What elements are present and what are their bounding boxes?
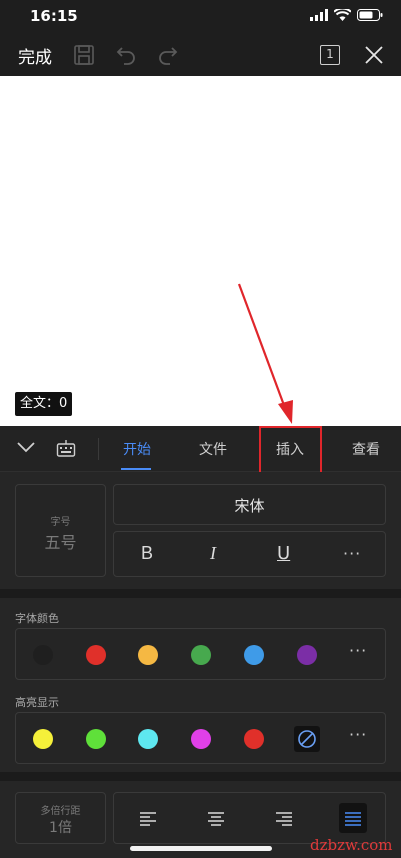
font-style-more-button[interactable]: ···	[343, 544, 361, 563]
annotation-box	[259, 426, 322, 476]
color-swatch-green[interactable]	[191, 645, 211, 665]
font-size-selector[interactable]: 字号 五号	[15, 484, 106, 577]
font-name: 宋体	[234, 497, 265, 515]
highlight-swatch-yellow[interactable]	[33, 729, 53, 749]
color-swatch-red[interactable]	[86, 645, 106, 665]
tab-view[interactable]: 查看	[352, 439, 380, 459]
font-color-label: 字体颜色	[15, 612, 59, 625]
battery-icon	[357, 9, 383, 21]
color-swatch-purple[interactable]	[297, 645, 317, 665]
tab-divider	[98, 438, 99, 460]
undo-icon[interactable]	[114, 43, 138, 67]
status-icons	[310, 9, 383, 21]
redo-icon[interactable]	[156, 43, 180, 67]
color-swatch-yellow[interactable]	[138, 645, 158, 665]
font-size-label: 字号	[50, 517, 71, 528]
close-icon[interactable]	[362, 43, 386, 67]
highlight-swatch-green[interactable]	[86, 729, 106, 749]
line-spacing-value: 1倍	[49, 820, 72, 836]
font-style-group: B I U ···	[113, 531, 386, 577]
line-spacing-label: 多倍行距	[40, 806, 81, 817]
align-left-icon[interactable]	[138, 809, 158, 829]
highlight-swatch-magenta[interactable]	[191, 729, 211, 749]
tab-start[interactable]: 开始	[123, 439, 151, 459]
font-size-value: 五号	[44, 533, 77, 552]
align-center-icon[interactable]	[206, 809, 226, 829]
color-swatch-black[interactable]	[33, 645, 53, 665]
watermark: dzbzw.com	[310, 836, 393, 854]
signal-icon	[310, 9, 328, 21]
font-color-row: ···	[15, 628, 386, 680]
highlight-label: 高亮显示	[15, 696, 59, 709]
active-tab-indicator	[121, 468, 151, 470]
highlight-more-button[interactable]: ···	[349, 725, 367, 744]
section-separator	[0, 589, 401, 598]
home-indicator[interactable]	[130, 846, 272, 851]
document-canvas[interactable]	[0, 76, 401, 426]
line-spacing-selector[interactable]: 多倍行距 1倍	[15, 792, 106, 844]
status-bar: 16:15	[0, 0, 401, 34]
color-swatch-blue[interactable]	[244, 645, 264, 665]
chevron-down-icon[interactable]	[16, 440, 36, 454]
formatting-panel: 字号 五号 宋体 B I U ··· 字体颜色 ··· 高亮显示 ··· 多倍行…	[0, 472, 401, 858]
no-color-icon[interactable]	[294, 726, 320, 752]
align-justify-icon[interactable]	[343, 809, 363, 829]
highlight-swatch-cyan[interactable]	[138, 729, 158, 749]
font-name-selector[interactable]: 宋体	[113, 484, 386, 525]
save-icon[interactable]	[72, 43, 96, 67]
keyboard-icon[interactable]	[56, 438, 76, 458]
underline-button[interactable]: U	[277, 543, 290, 564]
ribbon-tabs: 开始 文件 插入 查看	[0, 426, 401, 472]
italic-button[interactable]: I	[210, 543, 216, 564]
page-count-value: 1	[326, 47, 334, 61]
top-toolbar: 完成 1	[0, 34, 401, 76]
font-color-more-button[interactable]: ···	[349, 641, 367, 660]
highlight-swatch-red[interactable]	[244, 729, 264, 749]
wifi-icon	[334, 9, 351, 21]
tab-file[interactable]: 文件	[199, 439, 227, 459]
status-time: 16:15	[30, 7, 78, 25]
word-count-badge: 全文：0	[15, 392, 73, 416]
section-separator	[0, 772, 401, 781]
align-right-icon[interactable]	[274, 809, 294, 829]
bold-button[interactable]: B	[141, 543, 153, 564]
page-count-icon[interactable]: 1	[320, 45, 340, 65]
done-button[interactable]: 完成	[18, 43, 52, 68]
highlight-color-row: ···	[15, 712, 386, 764]
